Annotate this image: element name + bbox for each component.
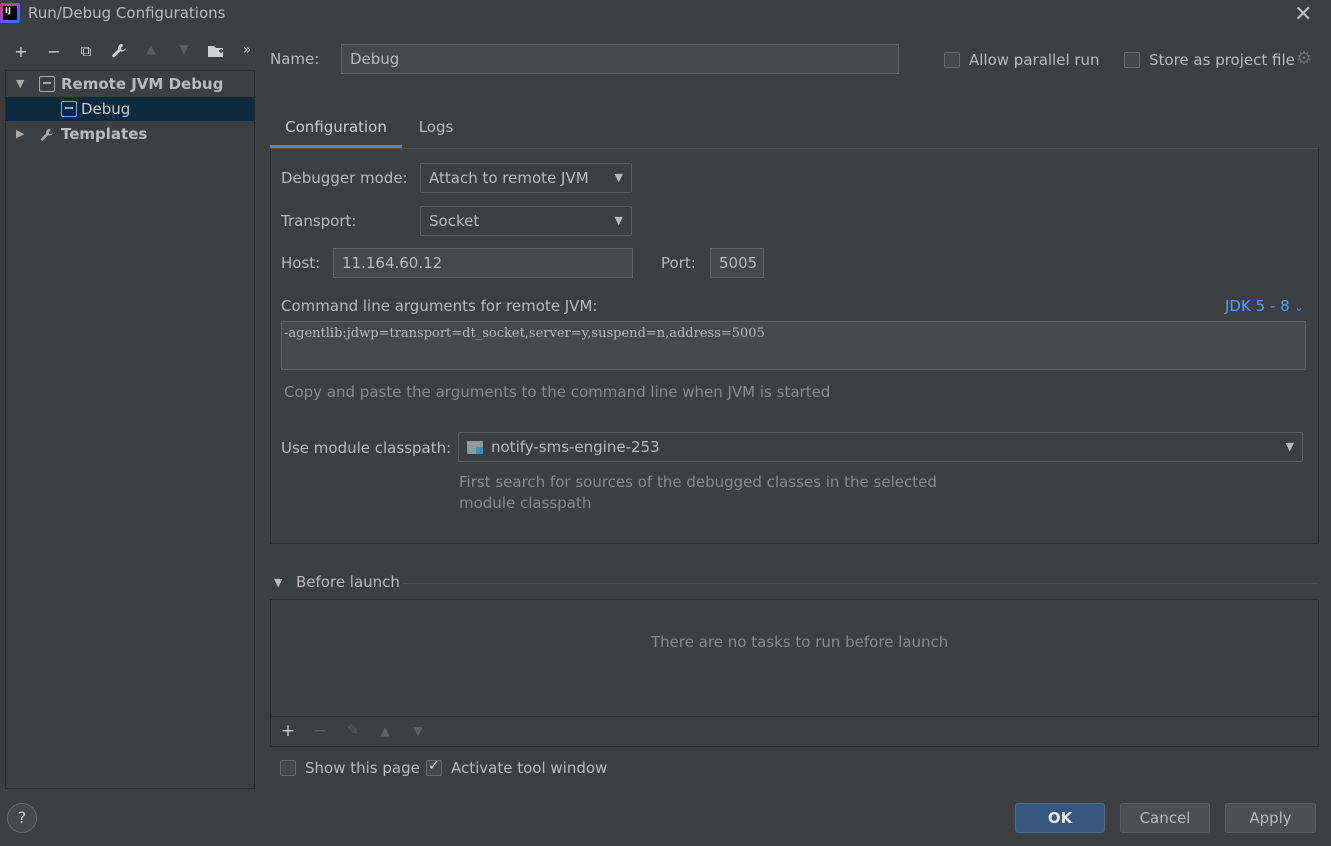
edit-task-button[interactable]: ✎	[342, 721, 364, 739]
chevron-down-icon[interactable]: ▼	[274, 576, 282, 589]
module-hint-line1: First search for sources of the debugged…	[459, 473, 937, 491]
store-project-checkbox[interactable]	[1124, 52, 1140, 68]
folder-add-icon	[208, 46, 223, 57]
tree-item-debug[interactable]: Debug	[6, 97, 254, 121]
chevron-right-icon: ▶	[16, 127, 25, 140]
add-configuration-button[interactable]: +	[10, 42, 32, 64]
tab-configuration[interactable]: Configuration	[270, 110, 402, 148]
move-task-down-button[interactable]: ▼	[407, 724, 429, 738]
store-project-label: Store as project file	[1149, 51, 1295, 69]
dropdown-arrow-icon: ▼	[1285, 440, 1294, 453]
remote-jvm-debug-icon	[39, 76, 55, 92]
activate-tool-window-checkbox[interactable]	[426, 758, 442, 776]
debugger-mode-label: Debugger mode:	[281, 169, 408, 187]
allow-parallel-checkbox[interactable]	[944, 52, 960, 68]
copy-icon: ⧉	[80, 42, 92, 60]
port-label: Port:	[661, 254, 696, 272]
move-task-up-button[interactable]: ▲	[374, 724, 396, 738]
dropdown-arrow-icon: ▼	[614, 171, 623, 184]
jdk-version-dropdown[interactable]: JDK 5 - 8 ⌄	[1225, 297, 1304, 315]
gear-icon[interactable]: ⚙	[1296, 48, 1312, 69]
name-label: Name:	[270, 50, 320, 68]
allow-parallel-label: Allow parallel run	[969, 51, 1100, 69]
debugger-mode-dropdown[interactable]: Attach to remote JVM ▼	[420, 163, 632, 193]
edit-templates-button[interactable]	[108, 42, 130, 64]
host-label: Host:	[281, 254, 321, 272]
cancel-button[interactable]: Cancel	[1120, 803, 1210, 833]
new-folder-button[interactable]	[205, 42, 227, 64]
tab-logs[interactable]: Logs	[410, 110, 462, 148]
activate-tool-window-label: Activate tool window	[451, 759, 608, 777]
close-icon[interactable]: ✕	[1294, 2, 1312, 27]
transport-label: Transport:	[281, 212, 357, 230]
before-launch-empty-text: There are no tasks to run before launch	[651, 633, 949, 651]
chevron-down-icon: ⌄	[1294, 301, 1304, 314]
command-line-label: Command line arguments for remote JVM:	[281, 297, 598, 315]
module-folder-icon	[467, 441, 483, 454]
tree-item-templates[interactable]: ▶ Templates	[6, 122, 254, 146]
more-actions-button[interactable]: »	[236, 42, 258, 64]
host-input[interactable]: 11.164.60.12	[333, 248, 633, 278]
tree-item-remote-jvm-debug[interactable]: ▼ Remote JVM Debug	[6, 72, 254, 96]
name-input[interactable]: Debug	[341, 44, 899, 74]
transport-dropdown[interactable]: Socket ▼	[420, 206, 632, 236]
dropdown-arrow-icon: ▼	[614, 214, 623, 227]
remove-task-button[interactable]: −	[309, 721, 331, 741]
show-page-label: Show this page	[305, 759, 420, 777]
debug-config-icon	[61, 101, 77, 117]
configuration-tree: ▼ Remote JVM Debug Debug ▶ Templates	[5, 70, 255, 789]
tree-item-label: Templates	[61, 125, 148, 143]
wrench-icon	[39, 126, 55, 142]
intellij-logo-icon: IJ	[0, 3, 20, 23]
wrench-icon	[112, 44, 126, 58]
pencil-icon: ✎	[346, 721, 360, 739]
move-down-button[interactable]: ▼	[173, 42, 195, 64]
window-title: Run/Debug Configurations	[28, 4, 226, 22]
module-classpath-label: Use module classpath:	[281, 439, 452, 457]
module-hint-line2: module classpath	[459, 494, 592, 512]
copy-configuration-button[interactable]: ⧉	[75, 42, 97, 64]
add-task-button[interactable]: +	[277, 721, 299, 741]
tree-item-label: Remote JVM Debug	[61, 75, 224, 93]
move-up-button[interactable]: ▲	[140, 42, 162, 64]
tree-item-label: Debug	[81, 100, 131, 118]
remove-configuration-button[interactable]: −	[43, 42, 65, 64]
jdk-version-label: JDK 5 - 8	[1225, 297, 1290, 315]
divider	[403, 583, 1319, 584]
port-input[interactable]: 5005	[710, 248, 764, 278]
apply-button[interactable]: Apply	[1225, 803, 1316, 833]
module-classpath-value: notify-sms-engine-253	[491, 438, 660, 456]
show-page-checkbox[interactable]	[280, 760, 296, 776]
command-line-textarea[interactable]: -agentlib:jdwp=transport=dt_socket,serve…	[281, 321, 1306, 370]
before-launch-task-list	[270, 599, 1319, 717]
before-launch-title[interactable]: Before launch	[296, 573, 400, 591]
debugger-mode-value: Attach to remote JVM	[429, 169, 589, 187]
transport-value: Socket	[429, 212, 480, 230]
chevron-down-icon: ▼	[16, 77, 25, 90]
help-button[interactable]: ?	[7, 803, 37, 833]
module-classpath-dropdown[interactable]: notify-sms-engine-253 ▼	[458, 432, 1303, 462]
ok-button[interactable]: OK	[1015, 803, 1105, 833]
command-line-hint: Copy and paste the arguments to the comm…	[284, 383, 831, 401]
